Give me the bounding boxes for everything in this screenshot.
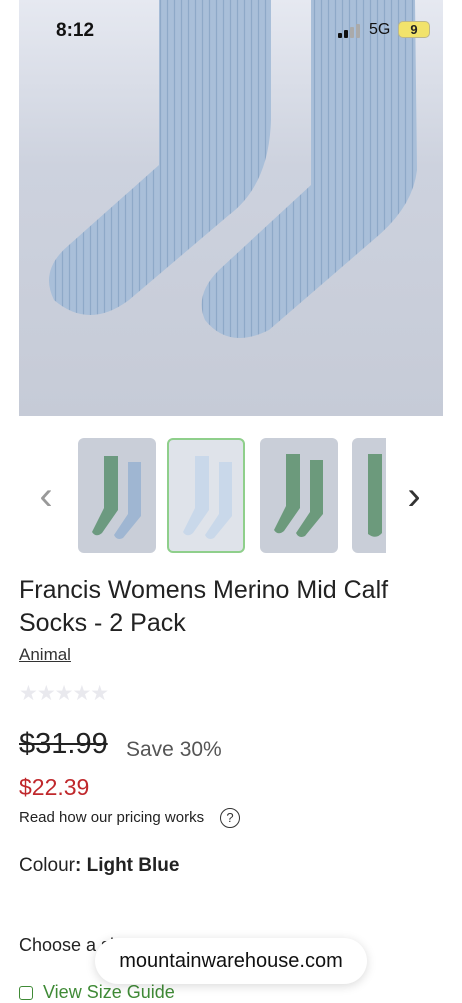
- thumbnail-strip: [78, 437, 386, 554]
- gallery-prev-button[interactable]: ‹: [28, 476, 64, 516]
- pricing-info-link[interactable]: Read how our pricing works: [19, 809, 204, 826]
- help-icon[interactable]: ?: [220, 808, 240, 828]
- browser-url-bar[interactable]: mountainwarehouse.com: [95, 938, 367, 984]
- discount-badge: Save 30%: [126, 738, 222, 761]
- network-label: 5G: [369, 21, 391, 38]
- battery-icon: 9: [398, 21, 430, 38]
- ruler-icon: [19, 986, 33, 1000]
- colour-selection: Colour: Light Blue: [19, 855, 179, 877]
- thumbnail-green[interactable]: [260, 438, 338, 553]
- product-main-image[interactable]: [19, 0, 443, 416]
- signal-icon: [338, 24, 364, 38]
- thumbnail-green-and-blue[interactable]: [78, 438, 156, 553]
- colour-value: : Light Blue: [74, 855, 180, 876]
- status-time: 8:12: [56, 20, 95, 41]
- gallery-next-button[interactable]: ›: [396, 476, 432, 516]
- product-title: Francis Womens Merino Mid Calf Socks - 2…: [19, 576, 389, 637]
- sale-price: $22.39: [19, 774, 90, 800]
- colour-label: Colour: [19, 855, 75, 876]
- thumbnail-light-blue[interactable]: [167, 438, 245, 553]
- original-price: $31.99: [19, 728, 108, 760]
- size-guide-label: View Size Guide: [43, 982, 175, 1002]
- thumbnail-green-side[interactable]: [352, 438, 386, 553]
- rating-stars[interactable]: ★★★★★: [19, 681, 109, 706]
- status-bar: 8:12 5G 9: [0, 0, 462, 60]
- brand-link[interactable]: Animal: [19, 645, 71, 665]
